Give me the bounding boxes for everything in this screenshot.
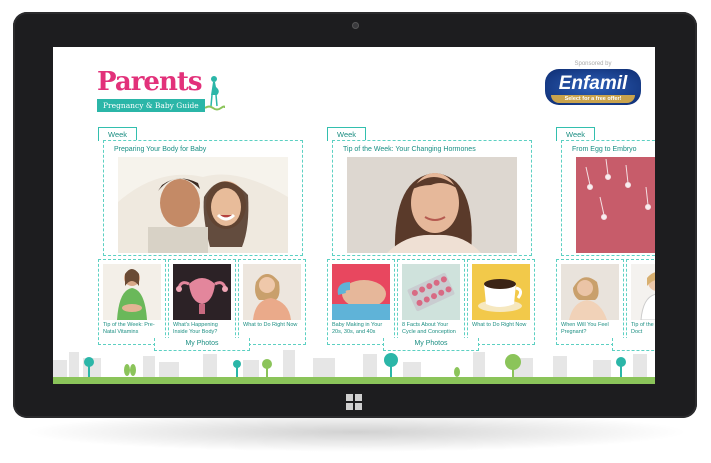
tile-what-to-do-now[interactable]: What to Do Right Now: [238, 259, 306, 345]
brand-tagline: Pregnancy & Baby Guide: [97, 99, 205, 112]
tab-week-1[interactable]: Week 1: [98, 127, 138, 152]
brand-title: Parents: [97, 67, 202, 97]
couple-photo: [118, 157, 288, 253]
enfamil-brand: Enfamil: [558, 73, 628, 94]
windows-logo-icon[interactable]: [346, 394, 362, 410]
tablet-device: Parents Pregnancy & Baby Guide Sponsored…: [13, 12, 697, 418]
camera-icon: [352, 22, 359, 29]
tile-caption: What to Do Right Now: [243, 322, 298, 328]
tile-caption: What to Do Right Now: [472, 322, 527, 328]
tile-prenatal-vitamins[interactable]: Tip of the Week: Pre-Natal Vitamins: [98, 259, 166, 345]
app-screen: Parents Pregnancy & Baby Guide Sponsored…: [53, 47, 655, 384]
tablet-shadow: [22, 412, 690, 452]
tab-week-3[interactable]: Week 3: [556, 127, 596, 152]
uterus-illustration: [173, 264, 231, 320]
tile-caption: Tip of the Week: Good Doct: [631, 322, 655, 335]
doctor-photo: [631, 264, 655, 320]
woman-portrait-photo: [347, 157, 517, 253]
feature-card[interactable]: Preparing Your Body for Baby: [103, 140, 303, 256]
woman-thinking-photo: [561, 264, 619, 320]
enfamil-logo[interactable]: Enfamil Select for a free offer!: [545, 69, 641, 105]
woman-photo: [243, 264, 301, 320]
pregnant-belly-photo: [332, 264, 390, 320]
pill-pack-photo: [402, 264, 460, 320]
pregnant-woman-icon: [204, 75, 226, 116]
grass-strip: [53, 377, 655, 384]
feature-title: Preparing Your Body for Baby: [114, 146, 207, 153]
feature-title: From Egg to Embryo: [572, 146, 637, 153]
tile-good-doctor[interactable]: Tip of the Week: Good Doct: [626, 259, 655, 345]
embryo-illustration: [576, 157, 655, 253]
tile-caption: Tip of the Week: Pre-Natal Vitamins: [103, 322, 155, 335]
vitamins-photo: [103, 264, 161, 320]
sponsor-label: Sponsored by: [574, 61, 612, 67]
tile-caption: 8 Facts About Your Cycle and Conception: [402, 322, 456, 335]
tile-cycle-facts[interactable]: 8 Facts About Your Cycle and Conception: [397, 259, 465, 345]
feature-card[interactable]: Tip of the Week: Your Changing Hormones: [332, 140, 532, 256]
tile-caption: When Will You Feel Pregnant?: [561, 322, 609, 335]
tile-feel-pregnant[interactable]: When Will You Feel Pregnant?: [556, 259, 624, 345]
tab-week-2[interactable]: Week 2: [327, 127, 367, 152]
sponsor-box[interactable]: Sponsored by Enfamil Select for a free o…: [545, 61, 641, 105]
tile-inside-your-body[interactable]: What's Happening Inside Your Body?: [168, 259, 236, 345]
tile-caption: Baby Making in Your 20s, 30s, and 40s: [332, 322, 383, 335]
tile-baby-making[interactable]: Baby Making in Your 20s, 30s, and 40s: [327, 259, 395, 345]
tile-what-to-do-now[interactable]: What to Do Right Now: [467, 259, 535, 345]
city-skyline: [53, 338, 655, 378]
parents-logo[interactable]: Parents Pregnancy & Baby Guide: [97, 69, 205, 113]
coffee-cup-photo: [472, 264, 530, 320]
tile-caption: What's Happening Inside Your Body?: [173, 322, 218, 335]
feature-title: Tip of the Week: Your Changing Hormones: [343, 146, 476, 153]
feature-card[interactable]: From Egg to Embryo: [561, 140, 655, 256]
enfamil-offer: Select for a free offer!: [551, 95, 635, 103]
